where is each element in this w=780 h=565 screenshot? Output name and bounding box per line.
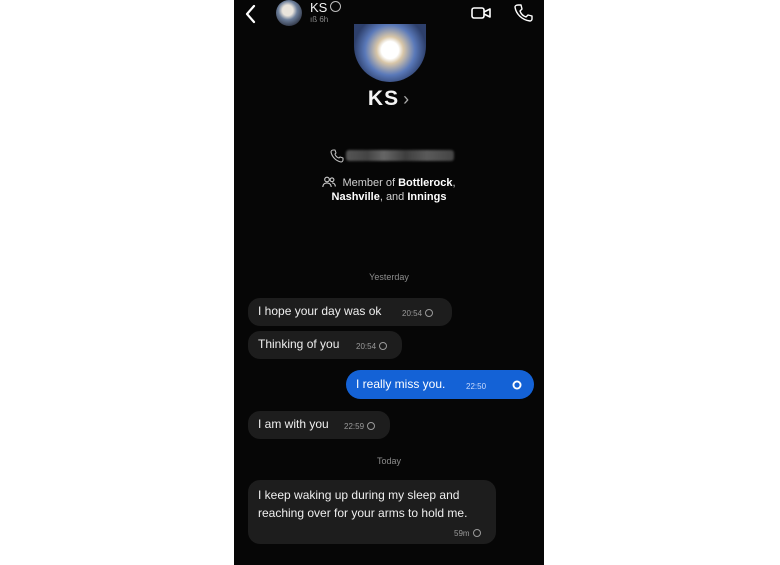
member-prefix: Member of [342,177,396,189]
clock-icon [379,342,388,350]
received-message[interactable]: I hope your day was ok 20:54 [248,298,452,326]
received-message[interactable]: I am with you 22:59 [248,411,390,439]
chevron-right-icon: › [403,89,411,109]
sent-message[interactable]: I really miss you. 22:50 [346,370,534,399]
avatar[interactable] [276,0,302,26]
last-active-status: ıß 6h [310,15,329,24]
message-time: 20:54 [402,309,434,318]
message-text: I really miss you. [356,377,446,391]
contact-name-text: KS [310,0,328,15]
clock-icon [367,422,376,430]
message-text: I am with you [258,417,329,431]
message-time: 59m [454,529,481,538]
profile-name-text: KS [367,87,400,110]
phone-number-redacted [346,150,454,161]
time-text: 59m [454,529,470,538]
chat-screen: KS ıß 6h KS › Member of Bottlerock, Nashv… [234,0,544,565]
community-membership: Member of Bottlerock, [234,176,544,189]
status-ring-icon [330,1,342,12]
group-link[interactable]: Innings [407,191,446,203]
received-message[interactable]: Thinking of you 20:54 [248,331,402,359]
separator: , and [379,191,405,203]
group-link[interactable]: Nashville [332,191,380,203]
day-divider: Today [376,456,402,466]
received-message[interactable]: I keep waking up during my sleep and rea… [248,480,496,544]
contact-name[interactable]: KS [310,0,342,15]
message-time: 22:59 [344,422,376,431]
profile-avatar[interactable] [354,24,426,82]
phone-icon [330,149,344,163]
profile-name[interactable]: KS › [234,87,544,111]
message-text: Thinking of you [258,337,340,351]
video-camera-icon[interactable] [470,4,492,22]
chevron-left-icon[interactable] [240,3,262,25]
group-link[interactable]: Bottlerock [398,177,452,189]
clock-icon [472,529,481,537]
people-icon [322,176,337,188]
clock-icon [425,309,434,317]
day-divider: Yesterday [369,272,409,282]
time-text: 22:59 [344,422,365,431]
time-text: 20:54 [402,309,423,318]
time-text: 20:54 [356,342,377,351]
message-time: 20:54 [356,342,388,351]
separator: , [452,177,456,189]
message-text: I hope your day was ok [258,304,382,318]
phone-icon[interactable] [513,3,533,23]
read-receipt-icon [512,380,522,390]
message-time: 22:50 [466,382,486,391]
time-text: 22:50 [466,382,487,391]
message-text: I keep waking up during my sleep and rea… [258,488,468,520]
community-membership-line2: Nashville, and Innings [234,191,544,203]
